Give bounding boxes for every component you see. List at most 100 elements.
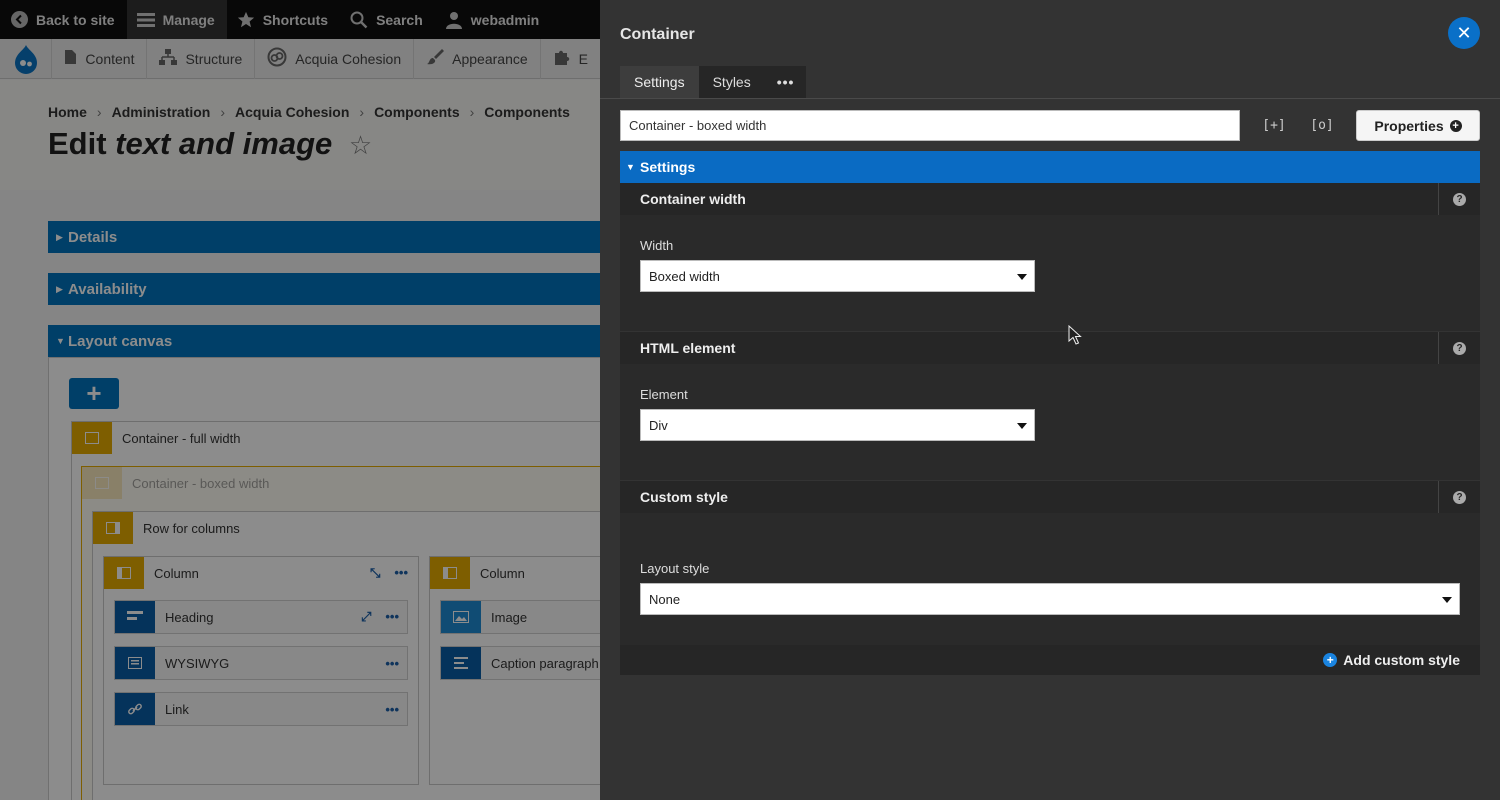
html-element-title: HTML element: [640, 340, 736, 356]
add-custom-style-label: Add custom style: [1343, 652, 1460, 668]
properties-label: Properties: [1374, 117, 1444, 134]
breadcrumb-home[interactable]: Home: [48, 104, 87, 120]
breadcrumb-components[interactable]: Components: [374, 104, 460, 120]
breadcrumb-separator: ›: [469, 104, 475, 120]
html-element-group: HTML element ? Element Div: [620, 332, 1480, 480]
manage-tab[interactable]: Manage: [126, 0, 227, 39]
heading-label: Heading: [165, 609, 214, 625]
breadcrumb-separator: ›: [359, 104, 365, 120]
wysiwyg-element[interactable]: WYSIWYG •••: [114, 646, 408, 680]
admin-page: Back to site Manage Shortcuts Search web…: [0, 0, 600, 800]
more-options-icon[interactable]: •••: [385, 702, 399, 717]
chevron-down-icon: [1017, 274, 1027, 280]
admin-toolbar: Back to site Manage Shortcuts Search web…: [0, 0, 600, 39]
breadcrumb-administration[interactable]: Administration: [112, 104, 211, 120]
tab-settings[interactable]: Settings: [620, 66, 699, 98]
tray-cohesion-label: Acquia Cohesion: [295, 50, 402, 67]
settings-section-header[interactable]: ▼ Settings: [620, 151, 1480, 183]
shortcut-star-icon[interactable]: ☆: [349, 130, 372, 160]
layout-style-select[interactable]: None: [640, 583, 1460, 615]
tab-styles[interactable]: Styles: [698, 66, 765, 98]
container-width-group: Container width ? Width Boxed width: [620, 183, 1480, 331]
tabs-divider: [600, 98, 1500, 99]
element-label: Element: [640, 387, 688, 402]
tray-extend[interactable]: E: [539, 38, 600, 79]
menu-icon: [136, 11, 155, 29]
shortcuts-tab[interactable]: Shortcuts: [227, 0, 340, 39]
chevron-down-icon: [1017, 423, 1027, 429]
wysiwyg-icon: [115, 647, 155, 679]
custom-style-title: Custom style: [640, 489, 728, 505]
puzzle-icon: [553, 48, 571, 69]
container-width-title: Container width: [640, 191, 746, 207]
tray-appearance[interactable]: Appearance: [413, 38, 540, 79]
breadcrumb-components-2[interactable]: Components: [484, 104, 570, 120]
search-tab[interactable]: Search: [340, 0, 435, 39]
element-select[interactable]: Div: [640, 409, 1035, 441]
link-label: Link: [165, 701, 189, 717]
width-select-value: Boxed width: [649, 268, 720, 284]
caret-right-icon: ▶: [56, 231, 63, 242]
custom-style-header: Custom style ?: [620, 481, 1480, 513]
shortcuts-label: Shortcuts: [262, 11, 329, 28]
help-button[interactable]: ?: [1438, 332, 1480, 364]
column-header: Column: [430, 557, 600, 589]
settings-modal: Container ✕ Settings Styles ••• Containe…: [600, 0, 1500, 800]
more-options-icon[interactable]: •••: [385, 609, 399, 625]
tray-structure[interactable]: Structure: [146, 38, 254, 79]
user-label: webadmin: [470, 11, 540, 28]
tray-extend-label: E: [578, 50, 588, 67]
admin-tray: Content Structure Acquia Cohesion Appear…: [0, 38, 600, 79]
manage-label: Manage: [162, 11, 215, 28]
tray-content[interactable]: Content: [51, 38, 146, 79]
more-options-icon[interactable]: •••: [385, 656, 399, 671]
column-label: Column: [480, 565, 525, 581]
container-full-header: Container - full width: [72, 422, 600, 454]
user-tab[interactable]: webadmin: [435, 0, 551, 39]
help-button[interactable]: ?: [1438, 481, 1480, 513]
more-options-icon[interactable]: •••: [394, 565, 408, 581]
caption-element[interactable]: Caption paragraph: [440, 646, 600, 680]
column-actions: ⤡ •••: [370, 565, 408, 581]
sitemap-icon: [159, 49, 178, 68]
expand-bracket-icon[interactable]: [+]: [1260, 112, 1288, 138]
wysiwyg-label: WYSIWYG: [165, 655, 230, 671]
help-button[interactable]: ?: [1438, 183, 1480, 215]
tray-cohesion[interactable]: Acquia Cohesion: [254, 38, 413, 79]
custom-style-group: Custom style ? Layout style None: [620, 481, 1480, 645]
focus-bracket-icon[interactable]: [o]: [1308, 112, 1336, 138]
link-element[interactable]: Link •••: [114, 692, 408, 726]
back-to-site-link[interactable]: Back to site: [0, 0, 127, 39]
plus-circle-icon: +: [1323, 653, 1338, 667]
layout-style-select-value: None: [649, 591, 681, 607]
tray-structure-label: Structure: [185, 50, 243, 67]
chevron-left-circle-icon: [10, 11, 28, 29]
container-full-label: Container - full width: [122, 430, 241, 446]
heading-element[interactable]: Heading ⤢ •••: [114, 600, 408, 634]
add-custom-style-button[interactable]: + Add custom style: [620, 645, 1480, 675]
collapse-icon[interactable]: ⤡: [370, 565, 380, 581]
tab-more-icon[interactable]: •••: [764, 66, 807, 98]
add-component-button[interactable]: +: [69, 378, 119, 409]
image-icon: [441, 601, 481, 633]
paintbrush-icon: [426, 48, 445, 69]
drupal-logo-icon[interactable]: [0, 39, 51, 79]
caret-down-icon: ▼: [56, 336, 65, 346]
breadcrumb-cohesion[interactable]: Acquia Cohesion: [235, 104, 349, 120]
heading-actions: ⤢ •••: [361, 609, 399, 625]
user-icon: [445, 11, 463, 29]
mouse-cursor-icon: [1068, 324, 1082, 348]
search-icon: [350, 11, 368, 29]
details-label: Details: [68, 228, 118, 246]
container-boxed-header: Container - boxed width: [82, 467, 600, 499]
properties-button[interactable]: Properties +: [1356, 110, 1480, 141]
availability-accordion[interactable]: ▶ Availability: [48, 273, 600, 305]
close-icon[interactable]: ✕: [1448, 17, 1480, 49]
image-element[interactable]: Image: [440, 600, 600, 634]
expand-icon[interactable]: ⤢: [361, 609, 371, 625]
component-name-input[interactable]: Container - boxed width: [620, 110, 1240, 141]
details-accordion[interactable]: ▶ Details: [48, 221, 600, 253]
search-label: Search: [376, 11, 423, 28]
width-select[interactable]: Boxed width: [640, 260, 1035, 292]
layout-canvas-accordion[interactable]: ▼ Layout canvas: [48, 325, 600, 357]
